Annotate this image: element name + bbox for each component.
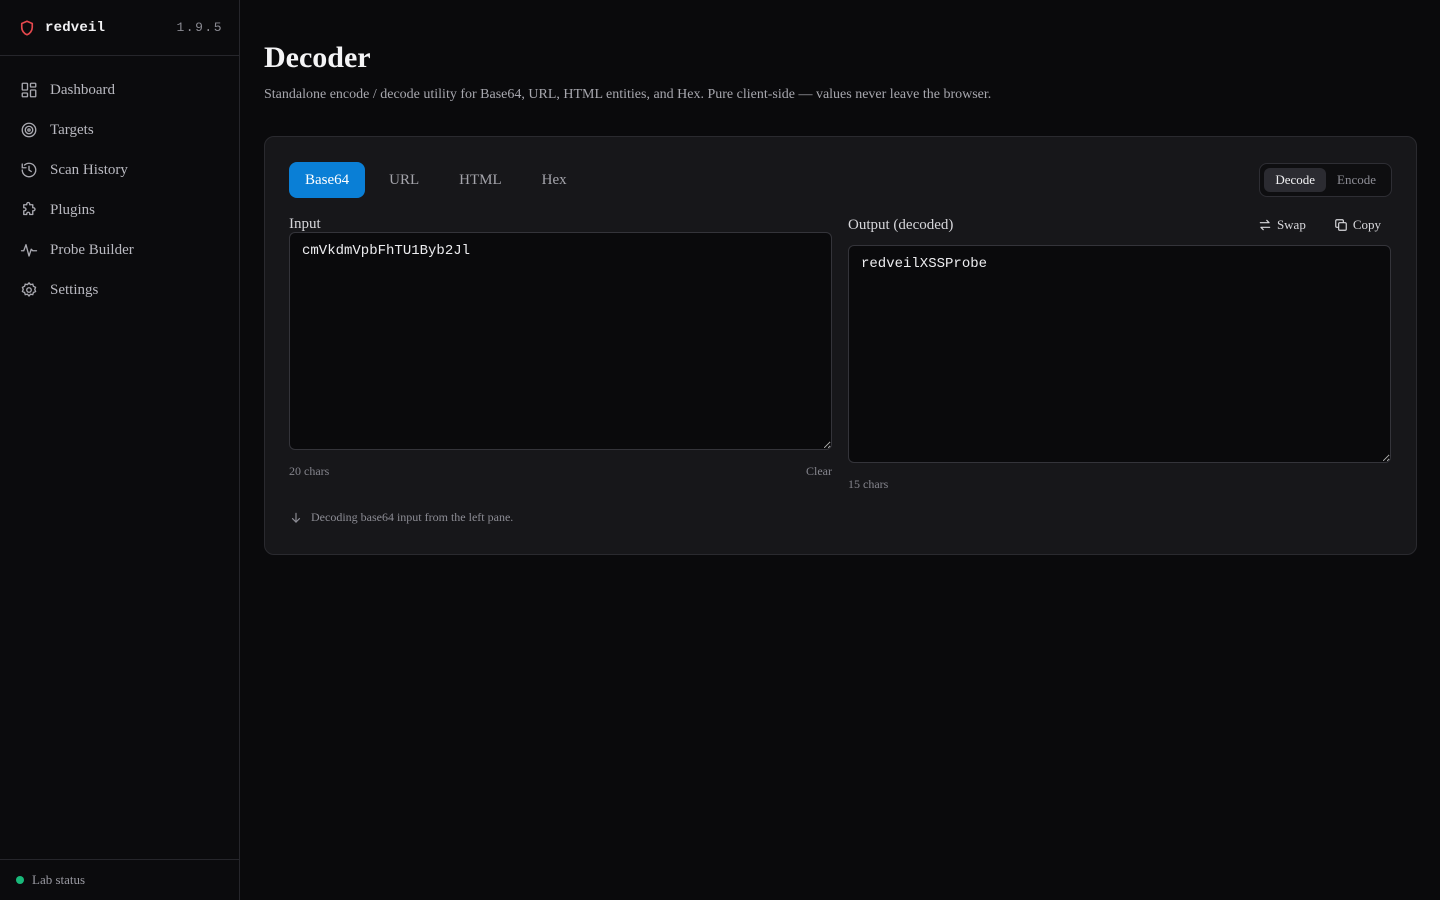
arrow-down-icon xyxy=(289,511,303,525)
decoder-card: Base64 URL HTML Hex Decode Encode Input … xyxy=(264,136,1417,555)
tab-url[interactable]: URL xyxy=(373,162,435,198)
copy-button[interactable]: Copy xyxy=(1324,215,1391,235)
copy-label: Copy xyxy=(1352,217,1381,232)
main-content: Decoder Standalone encode / decode utili… xyxy=(240,0,1440,900)
sidebar-item-label: Settings xyxy=(50,281,99,298)
decode-mode-button[interactable]: Decode xyxy=(1264,168,1327,192)
sidebar-nav: Dashboard Targets Scan History Plugins P… xyxy=(0,56,239,310)
direction-hint: Decoding base64 input from the left pane… xyxy=(289,510,1392,525)
sidebar-item-dashboard[interactable]: Dashboard xyxy=(0,70,239,110)
wave-icon xyxy=(20,241,38,259)
encode-mode-button[interactable]: Encode xyxy=(1326,168,1387,192)
app-root: redveil 1.9.5 Dashboard Targets Scan His… xyxy=(0,0,1440,900)
shield-icon xyxy=(18,19,36,37)
input-label: Input xyxy=(289,215,321,232)
history-icon xyxy=(20,161,38,179)
app-version: 1.9.5 xyxy=(176,20,223,35)
sidebar-item-targets[interactable]: Targets xyxy=(0,110,239,150)
grid-icon xyxy=(20,81,38,99)
lab-status[interactable]: Lab status xyxy=(0,859,239,900)
hint-text: Decoding base64 input from the left pane… xyxy=(311,510,514,524)
input-textarea[interactable] xyxy=(289,232,832,450)
tab-base64[interactable]: Base64 xyxy=(289,162,366,198)
lab-status-label: Lab status xyxy=(32,872,86,887)
sidebar-item-probe-builder[interactable]: Probe Builder xyxy=(0,230,239,270)
page-subtitle: Standalone encode / decode utility for B… xyxy=(264,87,992,102)
gear-icon xyxy=(20,281,38,299)
target-icon xyxy=(20,121,38,139)
sidebar: redveil 1.9.5 Dashboard Targets Scan His… xyxy=(0,0,240,900)
tab-html[interactable]: HTML xyxy=(443,162,518,198)
sidebar-item-settings[interactable]: Settings xyxy=(0,270,239,310)
tab-hex[interactable]: Hex xyxy=(526,162,583,198)
output-pane: Output (decoded) Swap Copy redveilXSSPro… xyxy=(848,215,1391,492)
copy-icon xyxy=(1334,218,1348,232)
output-footer: 15 chars xyxy=(848,477,1391,492)
sidebar-item-label: Dashboard xyxy=(50,81,115,98)
output-label: Output (decoded) xyxy=(848,216,954,233)
output-actions: Swap Copy xyxy=(1248,215,1391,235)
page-title: Decoder xyxy=(264,41,371,74)
puzzle-icon xyxy=(20,201,38,219)
output-pane-header: Output (decoded) Swap Copy xyxy=(848,213,1391,237)
input-footer: 20 chars Clear xyxy=(289,464,832,479)
sidebar-item-plugins[interactable]: Plugins xyxy=(0,190,239,230)
input-char-count: 20 chars xyxy=(289,464,330,478)
codec-tabs: Base64 URL HTML Hex Decode Encode xyxy=(289,161,1392,199)
swap-button[interactable]: Swap xyxy=(1248,215,1316,235)
sidebar-item-label: Probe Builder xyxy=(50,241,134,258)
input-pane: Input 20 chars Clear xyxy=(289,215,832,492)
swap-icon xyxy=(1258,218,1272,232)
output-char-count: 15 chars xyxy=(848,477,889,491)
sidebar-item-label: Scan History xyxy=(50,161,128,178)
sidebar-item-label: Targets xyxy=(50,121,94,138)
input-pane-header: Input xyxy=(289,215,832,233)
mode-toggle: Decode Encode xyxy=(1259,163,1392,197)
decoder-panes: Input 20 chars Clear Output (decoded) xyxy=(289,215,1392,492)
swap-label: Swap xyxy=(1276,217,1306,232)
status-dot-icon xyxy=(16,876,24,884)
sidebar-item-label: Plugins xyxy=(50,201,96,218)
brand-header: redveil 1.9.5 xyxy=(0,0,239,56)
sidebar-item-scan-history[interactable]: Scan History xyxy=(0,150,239,190)
clear-button[interactable]: Clear xyxy=(806,464,832,479)
brand-name: redveil xyxy=(45,19,106,36)
output-textarea[interactable] xyxy=(848,245,1391,463)
